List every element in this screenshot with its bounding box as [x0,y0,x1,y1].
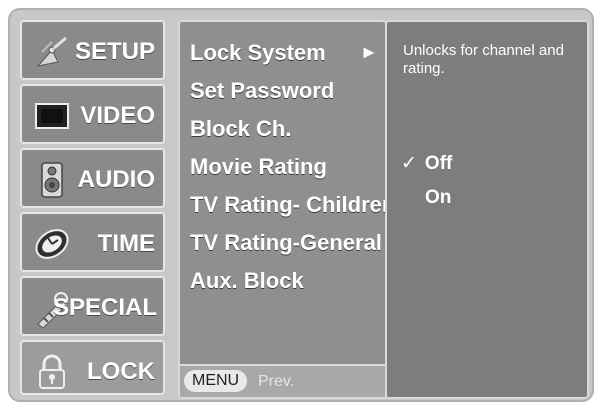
tv-osd-menu: SETUP VIDEO AUDIO TIME SPECIAL LOCK Lock… [0,0,604,411]
sidebar-item-setup[interactable]: SETUP [20,20,165,80]
sidebar-item-time-label: TIME [97,230,155,257]
menu-footer: MENU Prev. [180,364,385,397]
option-off[interactable]: ✓ Off [401,152,452,175]
sidebar-item-time[interactable]: TIME [20,212,165,272]
sidebar-item-audio[interactable]: AUDIO [20,148,165,208]
checkmark-icon: ✓ [401,153,417,174]
sidebar-item-special[interactable]: SPECIAL [20,276,165,336]
menu-item-aux-block[interactable]: Aux. Block [190,268,304,294]
sidebar-item-video[interactable]: VIDEO [20,84,165,144]
satellite-icon [32,32,72,72]
menu-item-lock-system[interactable]: Lock System [190,40,326,66]
lock-submenu: Lock System ► Set Password Block Ch. Mov… [178,20,395,399]
sidebar-item-audio-label: AUDIO [77,166,155,193]
sidebar: SETUP VIDEO AUDIO TIME SPECIAL LOCK [20,20,165,395]
speaker-icon [32,160,72,200]
option-off-label: Off [424,153,453,174]
menu-item-tv-rating-children[interactable]: TV Rating- Children [190,192,395,218]
options-panel: Unlocks for channel and rating. ✓ Off On [385,20,589,399]
menu-item-set-password[interactable]: Set Password [190,78,334,104]
sidebar-item-lock[interactable]: LOCK [20,340,165,395]
menu-item-block-ch[interactable]: Block Ch. [190,116,291,142]
menu-item-tv-rating-general[interactable]: TV Rating-General [190,230,382,256]
menu-button[interactable]: MENU [184,370,248,392]
prev-label: Prev. [258,373,295,390]
sidebar-item-lock-label: LOCK [87,358,155,385]
clock-icon [32,224,72,264]
submenu-arrow-icon: ► [360,42,378,62]
menu-item-movie-rating[interactable]: Movie Rating [190,154,327,180]
option-on-label: On [425,187,452,208]
sidebar-item-setup-label: SETUP [74,38,155,65]
help-text: Unlocks for channel and rating. [403,42,564,77]
lock-icon [32,352,72,392]
sidebar-item-video-label: VIDEO [80,102,155,129]
option-on[interactable]: On [425,187,451,209]
sidebar-item-special-label: SPECIAL [52,294,157,321]
monitor-icon [32,96,72,136]
